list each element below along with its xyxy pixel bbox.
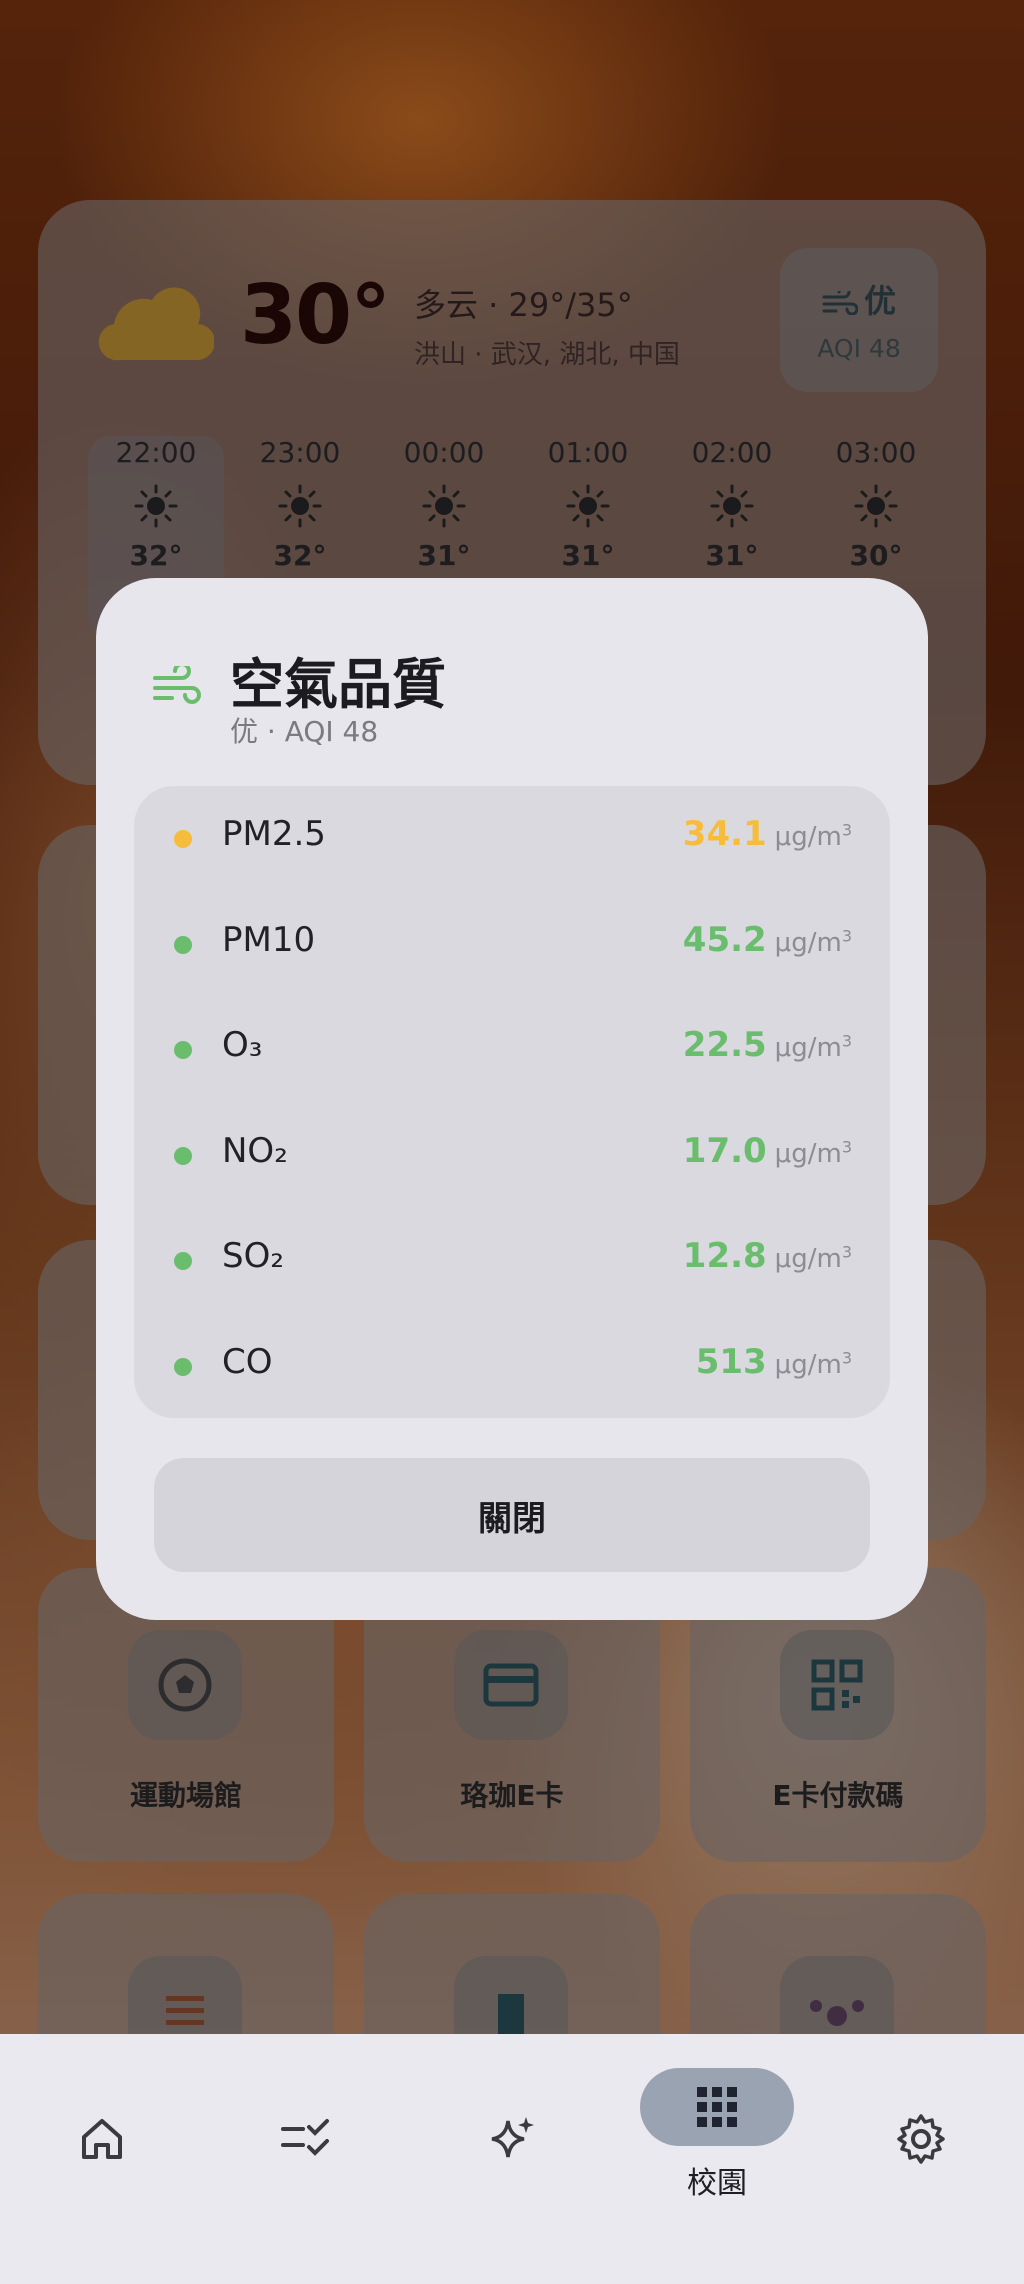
status-dot: [174, 830, 192, 848]
status-dot: [174, 935, 192, 954]
pollutant-value: 45.2: [682, 919, 767, 960]
dialog-subtitle: 优 · AQI 48: [230, 715, 379, 748]
pollutant-value: 34.1: [682, 814, 767, 854]
tasks-icon[interactable]: [266, 2098, 348, 2180]
pollutant-row: O₃ 22.5 μg/m3: [134, 997, 890, 1102]
apps-grid-icon: [697, 2087, 737, 2127]
close-button[interactable]: 關閉: [154, 1458, 870, 1572]
pollutant-unit: μg/m3: [774, 1242, 852, 1274]
pollutant-row: PM10 45.2 μg/m3: [134, 892, 890, 997]
pollutant-value: 513: [695, 1341, 767, 1382]
pollutant-name: O₃: [222, 1025, 263, 1065]
pollutant-unit: μg/m3: [774, 1347, 852, 1380]
pollutant-name: CO: [222, 1341, 273, 1382]
pollutant-value: 17.0: [682, 1130, 767, 1171]
pollutant-name: SO₂: [222, 1236, 284, 1276]
pollutant-name: PM10: [222, 919, 316, 960]
pollutant-name: NO₂: [222, 1130, 288, 1171]
status-dot: [174, 1252, 192, 1270]
pollutant-row: SO₂ 12.8 μg/m3: [134, 1208, 890, 1313]
pollutant-unit: μg/m3: [774, 820, 852, 852]
home-icon[interactable]: [61, 2098, 143, 2180]
pollutant-value: 22.5: [682, 1025, 767, 1065]
status-dot: [174, 1357, 192, 1376]
pollutant-unit: μg/m3: [774, 925, 852, 958]
pollutant-row: NO₂ 17.0 μg/m3: [134, 1103, 890, 1208]
pollutant-row: PM2.5 34.1 μg/m3: [134, 786, 890, 891]
pollutant-unit: μg/m3: [774, 1136, 852, 1169]
gear-icon[interactable]: [880, 2098, 962, 2180]
status-dot: [174, 1146, 192, 1165]
nav-campus-label: 校園: [687, 2166, 747, 2201]
sparkle-icon[interactable]: [471, 2098, 553, 2180]
nav-campus[interactable]: [640, 2068, 794, 2146]
dialog-title: 空氣品質: [230, 653, 446, 716]
pollutant-row: CO 513 μg/m3: [134, 1314, 890, 1419]
wind-icon: [153, 666, 201, 704]
pollutant-name: PM2.5: [222, 814, 326, 854]
status-dot: [174, 1041, 192, 1059]
pollutant-value: 12.8: [682, 1236, 767, 1276]
pollutant-unit: μg/m3: [774, 1031, 852, 1063]
